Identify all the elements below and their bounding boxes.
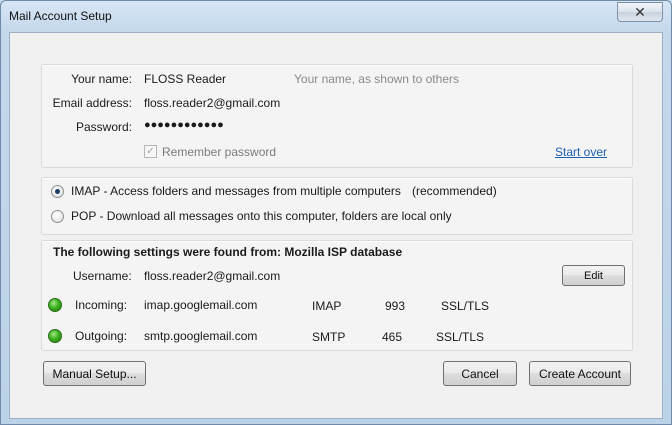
identity-group: Your name: FLOSS Reader Your name, as sh… <box>41 64 633 168</box>
window-title: Mail Account Setup <box>9 9 112 23</box>
manual-setup-button[interactable]: Manual Setup... <box>43 361 146 386</box>
outgoing-protocol: SMTP <box>312 330 346 344</box>
title-bar[interactable]: Mail Account Setup ✕ <box>1 1 671 31</box>
server-settings-group: The following settings were found from: … <box>41 240 633 351</box>
cancel-label: Cancel <box>461 366 499 381</box>
password-label: Password: <box>75 120 132 134</box>
username-value: floss.reader2@gmail.com <box>144 269 281 283</box>
incoming-label: Incoming: <box>75 298 128 312</box>
pop-radio-label[interactable]: POP - Download all messages onto this co… <box>71 209 452 223</box>
remember-password-checkbox[interactable]: ✓ <box>144 145 157 158</box>
mail-account-setup-window: Mail Account Setup ✕ Your name: FLOSS Re… <box>0 0 672 425</box>
start-over-link[interactable]: Start over <box>555 145 607 159</box>
incoming-security: SSL/TLS <box>441 299 490 313</box>
pop-radio[interactable] <box>51 210 64 223</box>
imap-radio-label[interactable]: IMAP - Access folders and messages from … <box>71 184 401 198</box>
close-icon: ✕ <box>634 3 646 20</box>
your-name-input[interactable]: FLOSS Reader <box>144 72 226 86</box>
edit-button-label: Edit <box>584 269 603 282</box>
create-account-label: Create Account <box>538 366 622 381</box>
remember-password-label[interactable]: Remember password <box>162 145 276 159</box>
your-name-hint: Your name, as shown to others <box>294 72 459 86</box>
your-name-label: Your name: <box>71 72 132 86</box>
incoming-port: 993 <box>385 299 406 313</box>
incoming-protocol: IMAP <box>312 299 342 313</box>
outgoing-label: Outgoing: <box>75 329 128 343</box>
close-button[interactable]: ✕ <box>617 2 663 22</box>
settings-heading: The following settings were found from: … <box>53 245 403 259</box>
protocol-group: IMAP - Access folders and messages from … <box>41 177 633 235</box>
password-input[interactable]: ●●●●●●●●●●●● <box>144 119 224 131</box>
edit-button[interactable]: Edit <box>562 265 625 286</box>
outgoing-status-icon <box>48 329 62 343</box>
outgoing-security: SSL/TLS <box>436 330 485 344</box>
create-account-button[interactable]: Create Account <box>529 361 631 386</box>
email-address-input[interactable]: floss.reader2@gmail.com <box>144 96 280 110</box>
username-label: Username: <box>73 269 132 283</box>
dialog-body: Your name: FLOSS Reader Your name, as sh… <box>9 32 663 419</box>
imap-radio[interactable] <box>51 185 64 198</box>
outgoing-server: smtp.googlemail.com <box>144 329 258 343</box>
incoming-server: imap.googlemail.com <box>144 298 258 312</box>
imap-recommended-note: (recommended) <box>412 184 497 198</box>
incoming-status-icon <box>48 298 62 312</box>
cancel-button[interactable]: Cancel <box>443 361 517 386</box>
email-address-label: Email address: <box>52 96 132 110</box>
manual-setup-label: Manual Setup... <box>52 366 137 381</box>
outgoing-port: 465 <box>382 330 403 344</box>
